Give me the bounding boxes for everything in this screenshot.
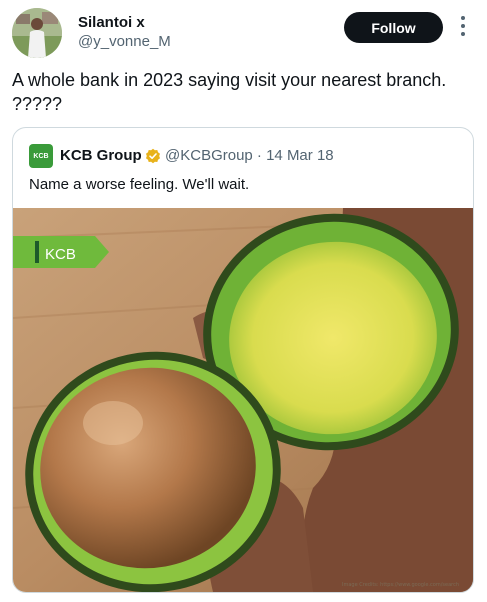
- kcb-badge-text: KCB: [45, 246, 76, 263]
- author-handle[interactable]: @y_vonne_M: [78, 33, 171, 50]
- quoted-tweet-image[interactable]: KCB Image Credits: https://www.google.co…: [13, 208, 473, 592]
- more-vertical-icon[interactable]: [455, 14, 471, 38]
- profile-photo-icon: [12, 8, 62, 58]
- quoted-author-avatar[interactable]: KCB: [29, 144, 53, 168]
- follow-button[interactable]: Follow: [344, 12, 443, 43]
- author-display-name[interactable]: Silantoi x: [78, 14, 145, 31]
- image-credit: Image Credits: https://www.google.com/se…: [342, 582, 459, 588]
- avocado-photo: KCB: [13, 208, 473, 592]
- author-avatar[interactable]: [12, 8, 62, 58]
- verified-badge-icon: [146, 148, 160, 164]
- quoted-tweet-text: Name a worse feeling. We'll wait.: [29, 176, 250, 193]
- tweet-text: A whole bank in 2023 saying visit your n…: [12, 70, 447, 114]
- quoted-avatar-label: KCB: [33, 152, 49, 160]
- quoted-tweet-card[interactable]: KCB KCB Group @KCBGroup · 14 Mar 18 Name…: [12, 127, 474, 593]
- quoted-author-name[interactable]: KCB Group: [60, 147, 142, 164]
- quoted-handle-date[interactable]: @KCBGroup · 14 Mar 18: [165, 147, 334, 164]
- tweet-header: Silantoi x @y_vonne_M Follow: [0, 0, 487, 62]
